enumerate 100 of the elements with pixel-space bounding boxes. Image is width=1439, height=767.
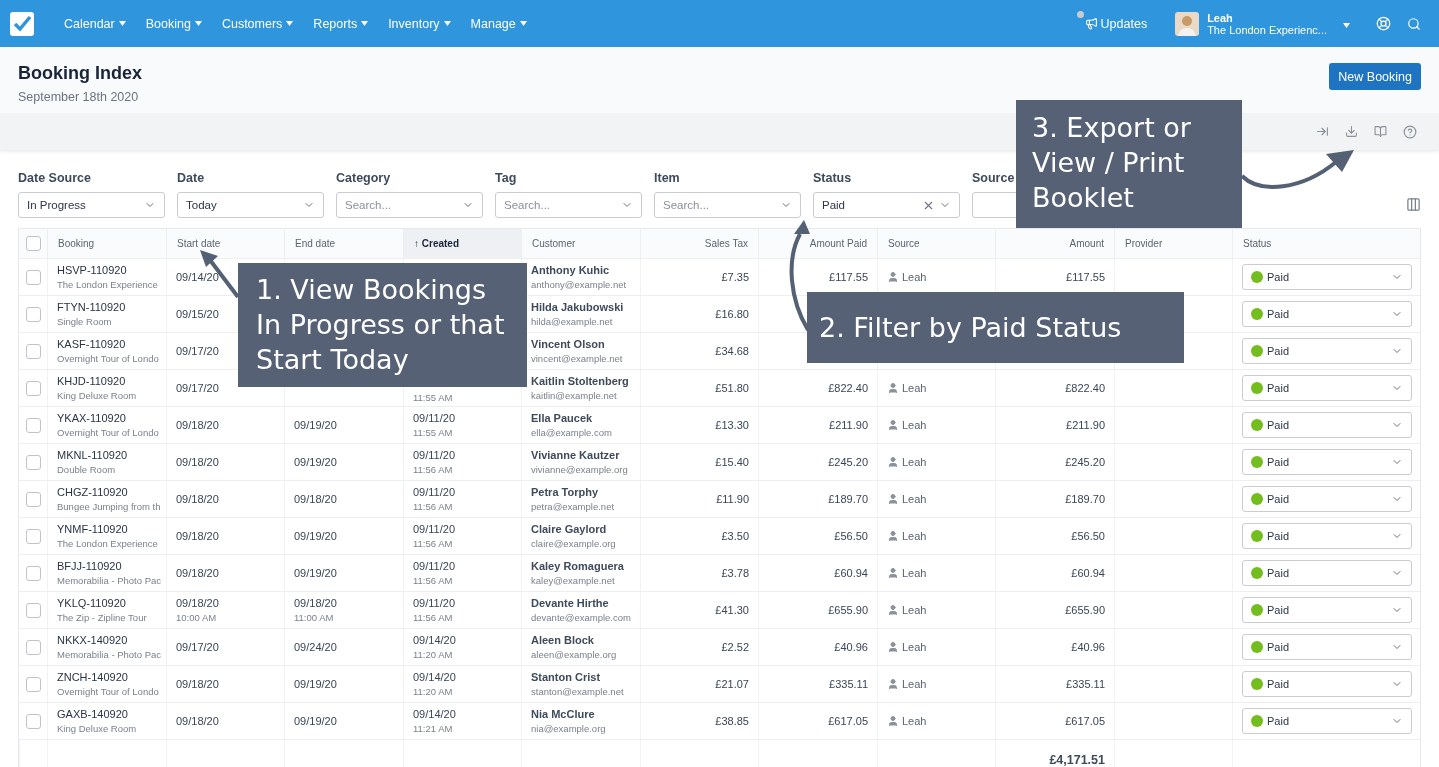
column-header[interactable]: Booking bbox=[47, 229, 166, 258]
date-text: 09/18/20 bbox=[176, 456, 219, 468]
booking-item: The London Experience bbox=[57, 279, 158, 290]
status-select[interactable]: Paid bbox=[1242, 523, 1412, 549]
status-select[interactable]: Paid bbox=[1242, 560, 1412, 586]
booking-item: King Deluxe Room bbox=[57, 723, 137, 734]
column-header[interactable]: Source bbox=[877, 229, 995, 258]
date-text: 09/19/20 bbox=[294, 678, 337, 690]
source-text: Leah bbox=[902, 641, 927, 653]
customer-email: petra@example.net bbox=[531, 501, 615, 512]
lifebuoy-icon[interactable] bbox=[1376, 16, 1391, 31]
row-checkbox[interactable] bbox=[25, 380, 41, 396]
source-text: Leah bbox=[902, 419, 927, 431]
filter-label: Source bbox=[972, 171, 1016, 185]
time-text: 11:21 AM bbox=[413, 723, 453, 734]
table-cell: £34.68 bbox=[715, 345, 749, 357]
row-checkbox[interactable] bbox=[25, 269, 41, 285]
column-header[interactable]: ↑ Created bbox=[403, 229, 521, 258]
download-icon[interactable] bbox=[1345, 125, 1358, 138]
customer-email: claire@example.org bbox=[531, 538, 616, 549]
row-checkbox[interactable] bbox=[25, 565, 41, 581]
filter-label: Item bbox=[654, 171, 681, 185]
date-text: 09/18/20 bbox=[176, 493, 219, 505]
row-checkbox[interactable] bbox=[25, 676, 41, 692]
table-cell: £41.30 bbox=[715, 604, 749, 616]
caret-icon bbox=[286, 21, 294, 26]
import-icon[interactable] bbox=[1316, 125, 1329, 138]
updates-button[interactable]: Updates bbox=[1078, 15, 1154, 32]
nav-menu[interactable]: Inventory bbox=[378, 16, 461, 31]
nav-menu[interactable]: Booking bbox=[135, 16, 212, 31]
booking-item: Overnight Tour of Londo bbox=[57, 427, 159, 438]
nav-menu[interactable]: Reports bbox=[303, 16, 379, 31]
person-icon bbox=[887, 715, 899, 727]
status-select[interactable]: Paid bbox=[1242, 671, 1412, 697]
status-select[interactable]: Paid bbox=[1242, 449, 1412, 475]
column-header[interactable]: Provider bbox=[1114, 229, 1232, 258]
status-select[interactable]: Paid bbox=[1242, 338, 1412, 364]
filter-label: Status bbox=[813, 171, 853, 185]
search-icon[interactable] bbox=[1407, 16, 1421, 31]
date-text: 09/18/20 bbox=[294, 493, 337, 505]
status-select[interactable]: Paid bbox=[1242, 264, 1412, 290]
date-text: 09/11/20 bbox=[413, 597, 455, 609]
table-cell: £245.20 bbox=[828, 456, 868, 468]
table-cell: £117.55 bbox=[829, 271, 868, 283]
filter-select[interactable]: In Progress bbox=[18, 192, 165, 218]
row-checkbox[interactable] bbox=[25, 343, 41, 359]
date-text: 09/17/20 bbox=[176, 345, 219, 357]
column-header[interactable]: Customer bbox=[521, 229, 640, 258]
status-select[interactable]: Paid bbox=[1242, 301, 1412, 327]
status-select[interactable]: Paid bbox=[1242, 412, 1412, 438]
date-text: 09/19/20 bbox=[294, 715, 337, 727]
filter-select[interactable]: Search... bbox=[654, 192, 801, 218]
time-text: 11:20 AM bbox=[413, 649, 453, 660]
filter-select[interactable]: Today bbox=[177, 192, 324, 218]
table-cell: £21.07 bbox=[715, 678, 749, 690]
booking-item: Memorabilia - Photo Pac bbox=[57, 649, 162, 660]
person-icon bbox=[887, 382, 899, 394]
status-select[interactable]: Paid bbox=[1242, 486, 1412, 512]
table-cell: £7.35 bbox=[721, 271, 749, 283]
person-icon bbox=[887, 678, 899, 690]
select-all-checkbox[interactable] bbox=[25, 236, 41, 251]
time-text: 10:00 AM bbox=[176, 612, 217, 623]
column-header[interactable]: Status bbox=[1232, 229, 1421, 258]
booking-code: CHGZ-110920 bbox=[57, 486, 128, 498]
user-menu[interactable]: Leah The London Experienc... bbox=[1175, 11, 1350, 36]
time-text: 11:56 AM bbox=[413, 464, 453, 475]
new-booking-button[interactable]: New Booking bbox=[1329, 63, 1421, 90]
date-text: 09/18/20 bbox=[294, 597, 337, 609]
filter-select[interactable]: Search... bbox=[336, 192, 483, 218]
customer-name: Stanton Crist bbox=[531, 671, 601, 683]
nav-menu[interactable]: Manage bbox=[460, 16, 537, 31]
row-checkbox[interactable] bbox=[25, 306, 41, 322]
column-header[interactable]: Sales Tax bbox=[640, 229, 758, 258]
callout-tooltip: 3. Export or View / Print Booklet bbox=[1016, 100, 1242, 228]
nav-menu[interactable]: Customers bbox=[211, 16, 304, 31]
booking-code: MKNL-110920 bbox=[57, 449, 128, 461]
book-icon[interactable] bbox=[1374, 125, 1387, 138]
status-select[interactable]: Paid bbox=[1242, 708, 1412, 734]
row-checkbox[interactable] bbox=[25, 491, 41, 507]
time-text: 11:56 AM bbox=[413, 575, 453, 586]
filter-select[interactable]: Paid bbox=[813, 192, 960, 218]
row-checkbox[interactable] bbox=[25, 454, 41, 470]
columns-icon[interactable] bbox=[1406, 197, 1421, 212]
date-text: 09/11/20 bbox=[413, 412, 455, 424]
date-text: 09/17/20 bbox=[176, 641, 219, 653]
filter-select[interactable]: Search... bbox=[495, 192, 642, 218]
row-checkbox[interactable] bbox=[25, 417, 41, 433]
status-select[interactable]: Paid bbox=[1242, 375, 1412, 401]
row-checkbox[interactable] bbox=[25, 639, 41, 655]
row-checkbox[interactable] bbox=[25, 602, 41, 618]
logo-icon[interactable] bbox=[10, 11, 34, 36]
row-checkbox[interactable] bbox=[25, 713, 41, 729]
row-checkbox[interactable] bbox=[25, 528, 41, 544]
status-select[interactable]: Paid bbox=[1242, 597, 1412, 623]
nav-menu[interactable]: Calendar bbox=[54, 16, 136, 31]
help-icon[interactable] bbox=[1403, 124, 1417, 139]
status-select[interactable]: Paid bbox=[1242, 634, 1412, 660]
column-header[interactable]: Amount bbox=[995, 229, 1114, 258]
caret-icon bbox=[443, 21, 451, 26]
customer-name: Vivianne Kautzer bbox=[531, 449, 620, 461]
